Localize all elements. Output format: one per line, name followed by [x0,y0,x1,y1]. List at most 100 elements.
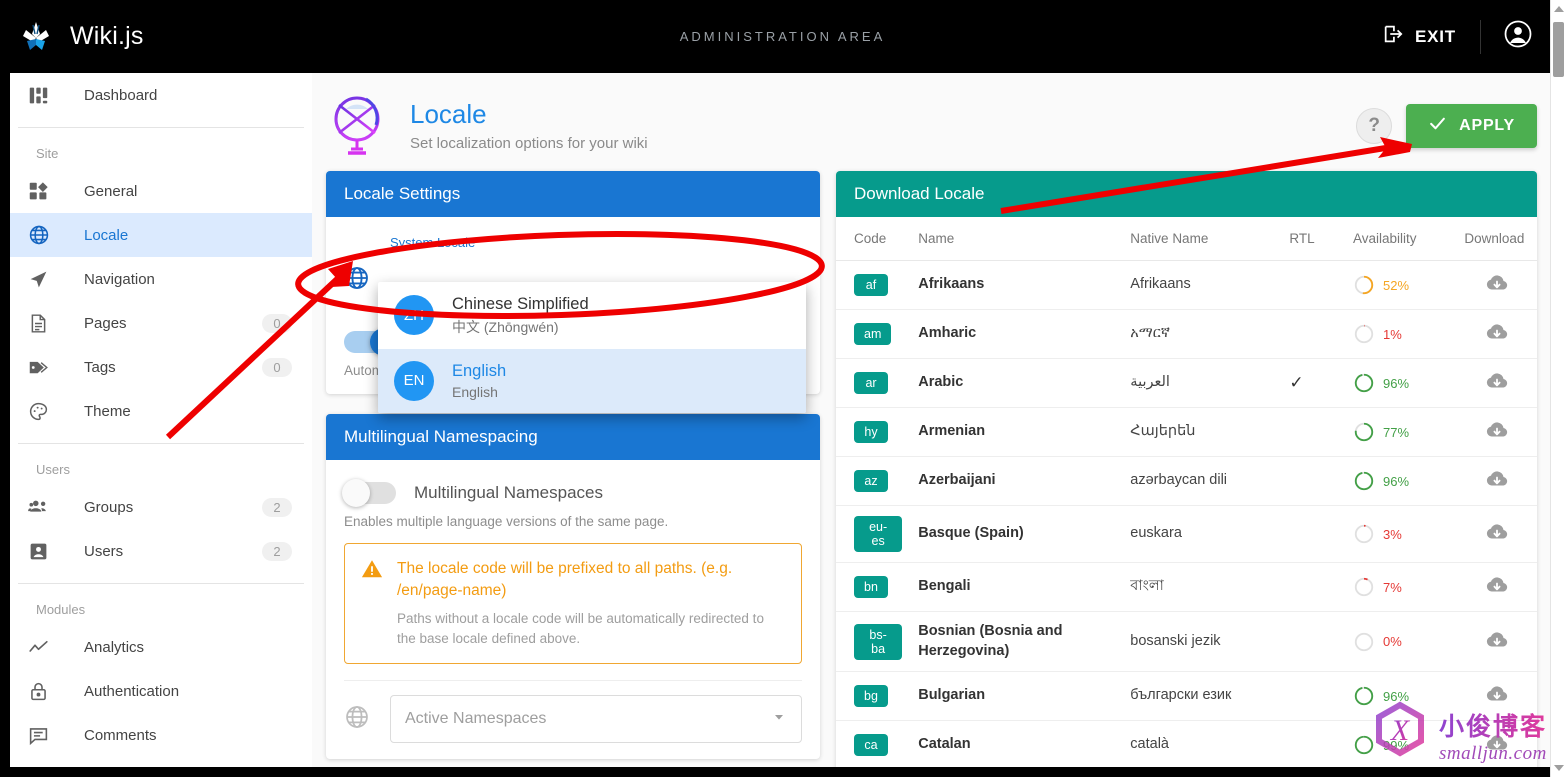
locale-native-name: bosanski jezik [1130,632,1221,649]
cloud-download-icon[interactable] [1485,573,1509,597]
sidebar-item-general[interactable]: General [10,169,312,213]
download-button[interactable] [1485,524,1509,548]
sidebar-item-comments[interactable]: Comments [10,713,312,757]
sidebar-divider [18,583,304,584]
cell-download [1456,456,1537,506]
active-namespaces-select[interactable]: Active Namespaces [390,695,802,744]
locale-option-zh[interactable]: ZH Chinese Simplified 中文 (Zhōngwén) [378,282,806,349]
sidebar-item-tags[interactable]: Tags 0 [10,345,312,389]
scroll-thumb[interactable] [1553,22,1564,77]
cell-download [1456,611,1537,673]
cloud-download-icon[interactable] [1485,682,1509,706]
locale-native-name: አማርኛ [1130,325,1170,342]
sidebar-item-analytics[interactable]: Analytics [10,625,312,669]
chevron-down-icon [771,709,787,730]
help-button[interactable]: ? [1356,108,1393,144]
sidebar-item-label: General [84,182,138,200]
download-button[interactable] [1485,275,1509,299]
exit-button[interactable]: EXIT [1366,15,1472,58]
availability-ring-icon [1354,324,1374,344]
cell-rtl [1281,407,1345,457]
download-button[interactable] [1485,686,1509,710]
active-namespaces-placeholder: Active Namespaces [405,710,547,728]
system-locale-select[interactable]: System Locale [390,235,802,250]
cell-code: az [836,456,911,506]
bottom-edge [0,767,1565,777]
cell-download [1456,260,1537,310]
sidebar-item-dashboard[interactable]: Dashboard [10,73,312,117]
sidebar-group-site: Site [36,146,59,161]
top-bar: Wiki.js ADMINISTRATION AREA EXIT [0,0,1565,73]
cloud-download-icon[interactable] [1485,369,1509,393]
cloud-download-icon[interactable] [1485,271,1509,295]
sidebar-item-authentication[interactable]: Authentication [10,669,312,713]
table-row[interactable]: az Azerbaijani azərbaycan dili 96% [836,456,1537,506]
download-button[interactable] [1485,373,1509,397]
sidebar-item-label: Tags [84,358,116,376]
availability-percent: 96% [1382,688,1410,704]
cell-download [1456,505,1537,563]
cloud-download-icon[interactable] [1485,320,1509,344]
table-row[interactable]: bg Bulgarian български език 96% [836,671,1537,722]
column-header-native: Native Name [1122,217,1282,261]
table-row[interactable]: bn Bengali বাংলা 7% [836,562,1537,612]
cloud-download-icon[interactable] [1485,467,1509,491]
availability: 96% [1353,685,1448,707]
download-button[interactable] [1485,471,1509,495]
group-icon [28,496,58,518]
alert-text: Paths without a locale code will be auto… [397,610,764,647]
table-row[interactable]: bs-ba Bosnian (Bosnia and Herzegovina) bos… [836,611,1537,673]
sidebar-item-users[interactable]: Users 2 [10,529,312,573]
locale-code-chip: am [854,323,892,345]
table-row[interactable]: ar Arabic العربية ✓ 96% [836,358,1537,408]
scroll-up-arrow-icon[interactable] [1554,6,1564,12]
download-button[interactable] [1485,735,1509,759]
download-button[interactable] [1485,577,1509,601]
sidebar-item-label: Analytics [84,638,145,656]
account-button[interactable] [1489,11,1547,62]
cell-name: Arabic [910,358,1123,408]
table-row[interactable]: eu-es Basque (Spain) euskara 3% [836,505,1537,563]
apply-button[interactable]: APPLY [1406,104,1537,148]
sidebar-item-pages[interactable]: Pages 0 [10,301,312,345]
sidebar-item-locale[interactable]: Locale [10,213,312,257]
sidebar-item-label: Navigation [84,270,155,288]
download-button[interactable] [1485,324,1509,348]
sidebar-group-modules: Modules [36,602,86,617]
cloud-download-icon[interactable] [1485,628,1509,652]
scroll-down-arrow-icon[interactable] [1554,765,1564,771]
vertical-scrollbar[interactable] [1550,0,1565,777]
sidebar-badge: 0 [262,313,292,333]
locale-option-name: English [452,362,507,381]
table-row[interactable]: ca Catalan català 99% [836,720,1537,771]
cell-code: bs-ba [836,611,911,673]
locale-option-en[interactable]: EN English English [378,348,806,413]
sidebar-item-label: Pages [84,314,127,332]
system-locale-label: System Locale [390,235,476,250]
cell-availability: 7% [1344,562,1457,612]
download-button[interactable] [1485,631,1509,656]
locale-code-chip: eu-es [854,516,903,552]
cloud-download-icon[interactable] [1485,731,1509,755]
locale-native-name: Afrikaans [1130,276,1191,293]
column-header-rtl: RTL [1281,217,1345,261]
locale-code-chip: bg [854,685,888,708]
exit-label: EXIT [1415,26,1456,46]
sidebar-item-navigation[interactable]: Navigation [10,257,312,301]
cell-code: hy [836,407,911,457]
table-header-row: Code Name Native Name RTL Availability D… [836,217,1537,261]
download-button[interactable] [1485,422,1509,446]
table-row[interactable]: hy Armenian Հայերեն 77% [836,407,1537,457]
table-row[interactable]: af Afrikaans Afrikaans 52% [836,260,1537,310]
sidebar-item-groups[interactable]: Groups 2 [10,485,312,529]
locale-code-chip: bn [854,576,888,598]
table-row[interactable]: am Amharic አማርኛ 1% [836,309,1537,359]
multilingual-namespaces-toggle[interactable] [342,479,396,507]
availability-percent: 7% [1382,579,1402,595]
locale-code-chip: bs-ba [854,623,903,660]
locale-dropdown-menu[interactable]: ZH Chinese Simplified 中文 (Zhōngwén) EN E… [378,282,806,413]
namespaces-toggle-row[interactable]: Multilingual Namespaces [342,479,802,507]
cloud-download-icon[interactable] [1485,520,1509,544]
cloud-download-icon[interactable] [1485,418,1509,442]
sidebar-item-theme[interactable]: Theme [10,389,312,433]
